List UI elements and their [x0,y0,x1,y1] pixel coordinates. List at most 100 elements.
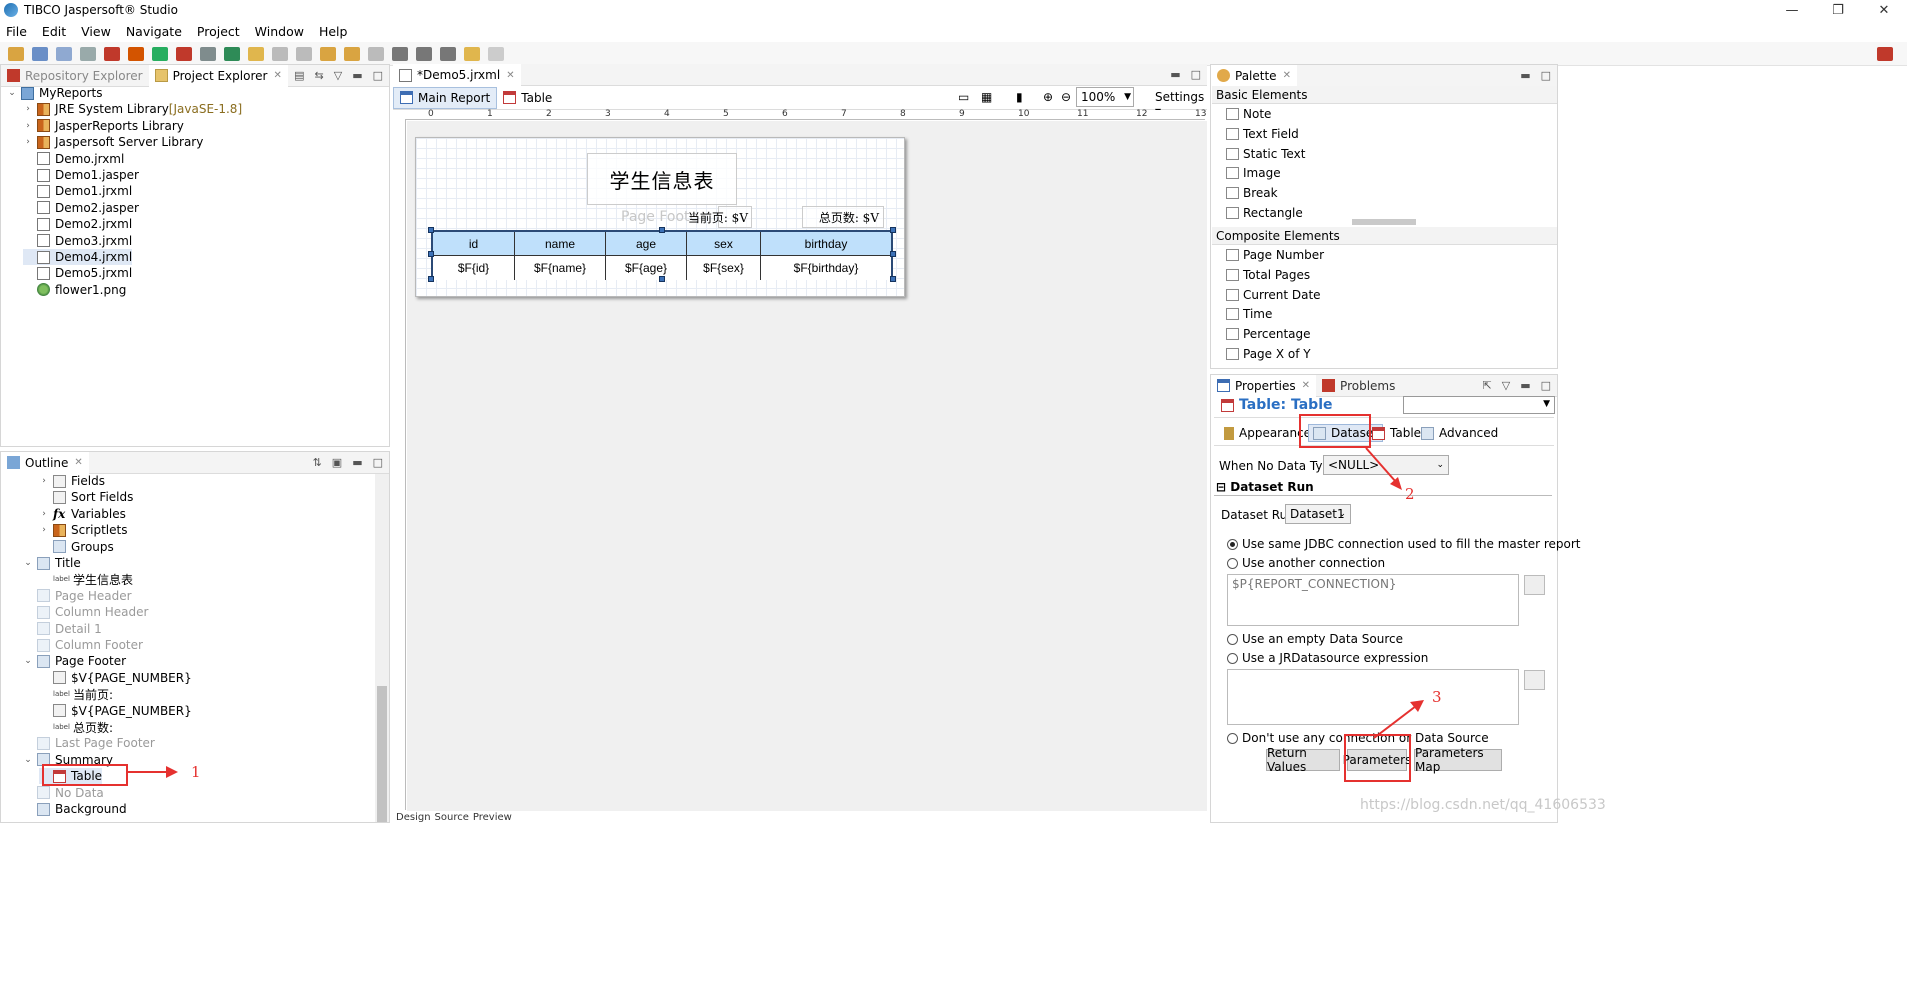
tree-item[interactable]: Groups [39,539,114,555]
tab-source[interactable]: Source [435,812,469,824]
size-icon[interactable] [440,46,456,61]
minimize-icon[interactable]: ▬ [1520,69,1530,82]
scrollbar-thumb[interactable] [377,686,387,822]
last-edit-icon[interactable] [320,46,336,61]
print-icon[interactable] [80,46,96,61]
return-values-button[interactable]: Return Values [1266,746,1340,774]
tree-item[interactable]: label 总页数: [39,719,113,735]
run-icon[interactable] [224,46,240,61]
tree-item[interactable]: Column Header [23,604,148,620]
maximize-icon[interactable]: □ [1541,69,1551,82]
radio-empty-datasource[interactable]: Use an empty Data Source [1227,632,1403,646]
palette-item[interactable]: Total Pages [1226,266,1310,284]
current-page-label[interactable]: 当前页: $V [686,206,752,228]
compile-icon[interactable] [128,46,144,61]
publish-icon[interactable] [176,46,192,61]
detail-cell-birthday[interactable]: $F{birthday} [761,256,891,280]
redo-icon[interactable] [488,46,504,61]
selection-handle[interactable] [890,227,896,233]
header-cell-sex[interactable]: sex [687,232,761,256]
twisty-icon[interactable]: ⌄ [23,755,33,765]
header-cell-age[interactable]: age [606,232,687,256]
tab-problems[interactable]: Problems [1316,375,1401,397]
header-cell-name[interactable]: name [515,232,606,256]
header-cell-id[interactable]: id [433,232,515,256]
close-icon[interactable]: ✕ [74,457,82,468]
minimize-icon[interactable]: ▬ [352,456,362,469]
minimize-icon[interactable]: ▬ [352,69,362,82]
new-element-icon[interactable]: ▣ [332,456,342,469]
zoom-in-icon[interactable]: ⊕ [1043,90,1057,104]
twisty-icon[interactable]: › [23,121,33,131]
selection-handle[interactable] [428,227,434,233]
selection-handle[interactable] [428,251,434,257]
total-pages-label[interactable]: 总页数: $V [802,206,884,228]
header-cell-birthday[interactable]: birthday [761,232,891,256]
maximize-icon[interactable]: □ [373,69,383,82]
tab-main-report[interactable]: Main Report [393,86,498,109]
palette-item[interactable]: Image [1226,164,1281,182]
minimize-icon[interactable]: ▬ [1520,379,1530,392]
report-title[interactable]: 学生信息表 [587,153,737,205]
tree-item[interactable]: Demo1.jasper [23,167,139,183]
save-all-icon[interactable] [56,46,72,61]
selection-handle[interactable] [428,276,434,282]
tree-item[interactable]: ⌄ MyReports [7,85,102,101]
palette-scrollbar[interactable] [1352,219,1416,225]
close-icon[interactable]: ✕ [506,70,514,81]
back-icon[interactable] [344,46,360,61]
view-menu-icon[interactable]: ▽ [1502,379,1510,392]
tab-palette[interactable]: Palette ✕ [1211,64,1297,87]
tree-item[interactable]: Last Page Footer [23,735,155,751]
palette-item[interactable]: Page X of Y [1226,345,1311,363]
element-select[interactable]: ▼ [1403,396,1555,414]
subtab-advanced[interactable]: Advanced [1421,424,1498,442]
tree-item[interactable]: Sort Fields [39,489,133,505]
minimize-icon[interactable]: ▬ [1170,68,1180,81]
close-icon[interactable]: ✕ [1283,70,1291,81]
view-menu-icon[interactable]: ▽ [334,69,342,82]
tree-item[interactable]: › JasperReports Library [23,118,184,134]
outline-view-icon[interactable]: ▭ [958,90,972,104]
palette-item[interactable]: Percentage [1226,325,1311,343]
maximize-icon[interactable]: □ [373,456,383,469]
subtab-table[interactable]: Table [1372,424,1421,442]
twisty-icon[interactable]: ⌄ [7,88,17,98]
collapse-all-icon[interactable]: ▤ [294,69,304,82]
menu-help[interactable]: Help [319,24,348,39]
tree-item[interactable]: Page Header [23,588,132,604]
palette-item[interactable]: Static Text [1226,145,1305,163]
dataset-run-section[interactable]: ⊟ Dataset Run [1216,480,1314,494]
twisty-icon[interactable]: ⌄ [23,558,33,568]
tree-item[interactable]: Demo.jrxml [23,151,124,167]
zoom-select[interactable]: 100% ▼ [1076,87,1134,107]
tree-item[interactable]: flower1.png [23,282,126,298]
tab-project-explorer[interactable]: Project Explorer ✕ [148,64,288,87]
close-icon[interactable]: ✕ [1302,380,1310,391]
twisty-icon[interactable]: › [23,104,33,114]
connection-expression-field[interactable]: $P{REPORT_CONNECTION} [1227,574,1519,626]
tab-repository-explorer[interactable]: Repository Explorer [1,65,149,87]
maximize-icon[interactable]: □ [1191,68,1201,81]
close-icon[interactable]: ✕ [273,70,281,81]
tree-item[interactable]: $V{PAGE_NUMBER} [39,670,192,686]
tree-item[interactable]: No Data [23,785,104,801]
detail-cell-id[interactable]: $F{id} [433,256,515,280]
maximize-icon[interactable]: □ [1541,379,1551,392]
tab-design[interactable]: Design [396,812,431,824]
palette-item[interactable]: Note [1226,105,1271,123]
tab-table[interactable]: Table [497,87,558,109]
expression-editor-button[interactable] [1524,670,1545,690]
tree-item[interactable]: Demo2.jrxml [23,216,132,232]
tab-preview[interactable]: Preview [473,812,512,824]
tree-item[interactable]: ⌄ Page Footer [23,653,126,669]
detail-cell-name[interactable]: $F{name} [515,256,606,280]
tree-item[interactable]: Background [23,801,127,817]
tree-item[interactable]: › Fields [39,473,105,489]
prev-annotation-icon[interactable] [296,46,312,61]
radio-same-jdbc[interactable]: Use same JDBC connection used to fill th… [1227,537,1581,551]
subtab-appearance[interactable]: Appearance [1224,424,1311,442]
selection-handle[interactable] [659,227,665,233]
tree-item[interactable]: label 当前页: [39,686,113,702]
tree-item[interactable]: Demo4.jrxml [23,249,133,265]
